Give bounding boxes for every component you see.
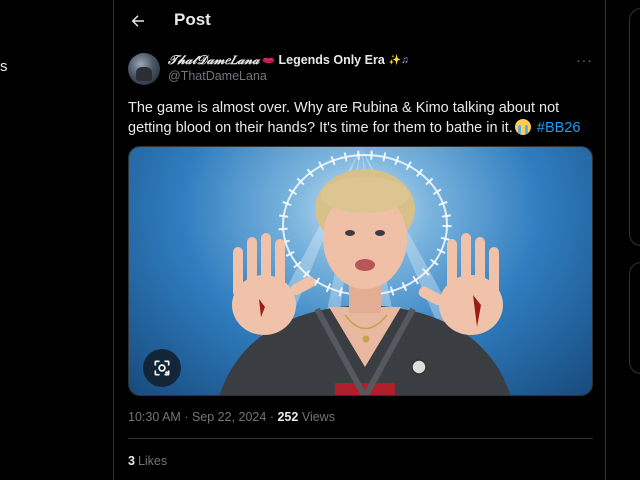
page-title: Post xyxy=(174,10,211,29)
more-options-button[interactable]: ··· xyxy=(576,52,593,68)
sidebar-card xyxy=(629,8,640,246)
camera-lens-icon xyxy=(154,360,170,376)
left-nav-column: s xyxy=(0,0,113,480)
right-sidebar-column xyxy=(607,0,640,480)
post-column: Post 𝒯𝒽𝒶𝓉𝒟𝒶𝓂𝑒𝐿𝒶𝓃𝒶 Legends Only Era ✨♫ @T… xyxy=(113,0,606,480)
tweet-meta-row: 10:30 AM · Sep 22, 2024 · 252 Views xyxy=(128,410,335,424)
author-handle[interactable]: @ThatDameLana xyxy=(168,69,267,83)
sidebar-card xyxy=(629,262,640,374)
media-scene-illustration xyxy=(219,147,511,395)
loudly-crying-face-icon xyxy=(514,119,531,135)
sparkles-music-icon: ✨♫ xyxy=(388,54,409,66)
post-header: Post xyxy=(114,0,605,42)
tweet-time[interactable]: 10:30 AM xyxy=(128,410,181,424)
meta-separator: · xyxy=(184,410,189,424)
likes-link[interactable]: 3 Likes xyxy=(128,454,167,468)
avatar[interactable] xyxy=(128,53,160,85)
likes-label: Likes xyxy=(137,454,168,468)
tweet-text: The game is almost over. Why are Rubina … xyxy=(128,98,598,138)
author-display-name: 𝒯𝒽𝒶𝓉𝒟𝒶𝓂𝑒𝐿𝒶𝓃𝒶 xyxy=(168,52,260,67)
divider xyxy=(128,438,593,439)
tweet-date[interactable]: Sep 22, 2024 xyxy=(192,410,266,424)
tweet-text-body: The game is almost over. Why are Rubina … xyxy=(128,100,560,136)
left-nav-fragment-text: s xyxy=(0,58,8,75)
author-name-suffix: Legends Only Era xyxy=(278,53,385,67)
tweet-media-image[interactable] xyxy=(128,146,593,396)
arrow-left-icon xyxy=(131,15,144,27)
meta-separator-2: · xyxy=(269,410,274,424)
visual-search-button[interactable] xyxy=(143,349,181,387)
views-label: Views xyxy=(301,410,335,424)
hashtag-link[interactable]: #BB26 xyxy=(537,120,581,136)
author-name-row[interactable]: 𝒯𝒽𝒶𝓉𝒟𝒶𝓂𝑒𝐿𝒶𝓃𝒶 Legends Only Era ✨♫ xyxy=(168,52,409,68)
lips-icon xyxy=(262,57,275,63)
views-count: 252 xyxy=(277,410,299,424)
back-button[interactable] xyxy=(126,9,150,33)
likes-count: 3 xyxy=(128,454,135,468)
